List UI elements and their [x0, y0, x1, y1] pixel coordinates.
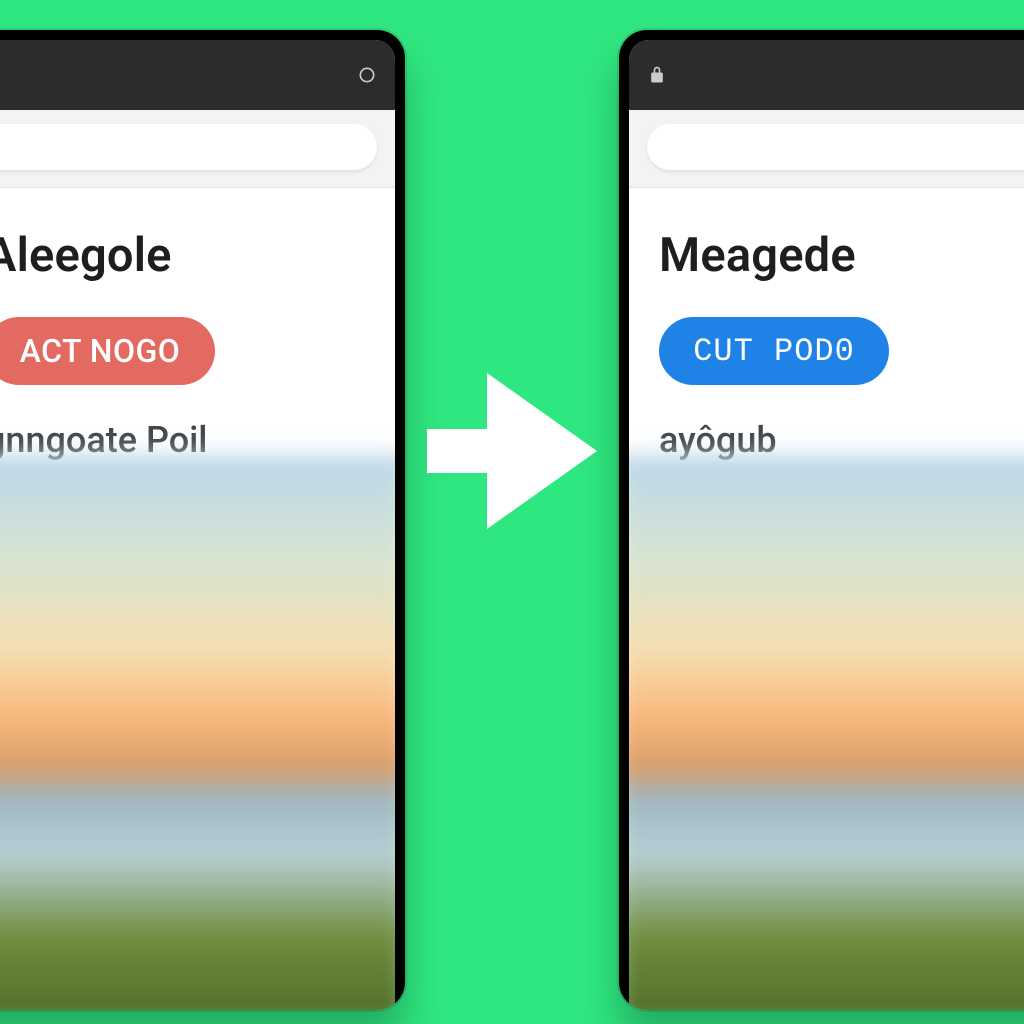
arrow-right-icon: [427, 373, 597, 529]
content-left: Aleegole ACT NOGO gnngoate Poil: [0, 188, 395, 471]
comparison-stage: Aleegole ACT NOGO gnngoate Poil: [0, 0, 1024, 1024]
screen-right: Meagede CUT POD0 ayôgub: [629, 40, 1024, 1010]
primary-action-button[interactable]: ACT NOGO: [0, 317, 215, 385]
content-right: Meagede CUT POD0 ayôgub: [629, 188, 1024, 471]
hero-image: [629, 455, 1024, 1010]
circle-icon: [357, 65, 377, 85]
lock-icon: [647, 65, 667, 85]
toolbar: [629, 110, 1024, 188]
page-title: Meagede: [659, 228, 1024, 283]
search-input[interactable]: [647, 124, 1024, 170]
status-bar: [629, 40, 1024, 110]
status-bar: [0, 40, 395, 110]
search-input[interactable]: [0, 124, 377, 170]
page-title: Aleegole: [0, 228, 365, 283]
phone-right: Meagede CUT POD0 ayôgub: [619, 30, 1024, 1010]
primary-action-button[interactable]: CUT POD0: [659, 317, 889, 385]
phone-left: Aleegole ACT NOGO gnngoate Poil: [0, 30, 405, 1010]
screen-left: Aleegole ACT NOGO gnngoate Poil: [0, 40, 395, 1010]
toolbar: [0, 110, 395, 188]
hero-image: [0, 455, 395, 1010]
